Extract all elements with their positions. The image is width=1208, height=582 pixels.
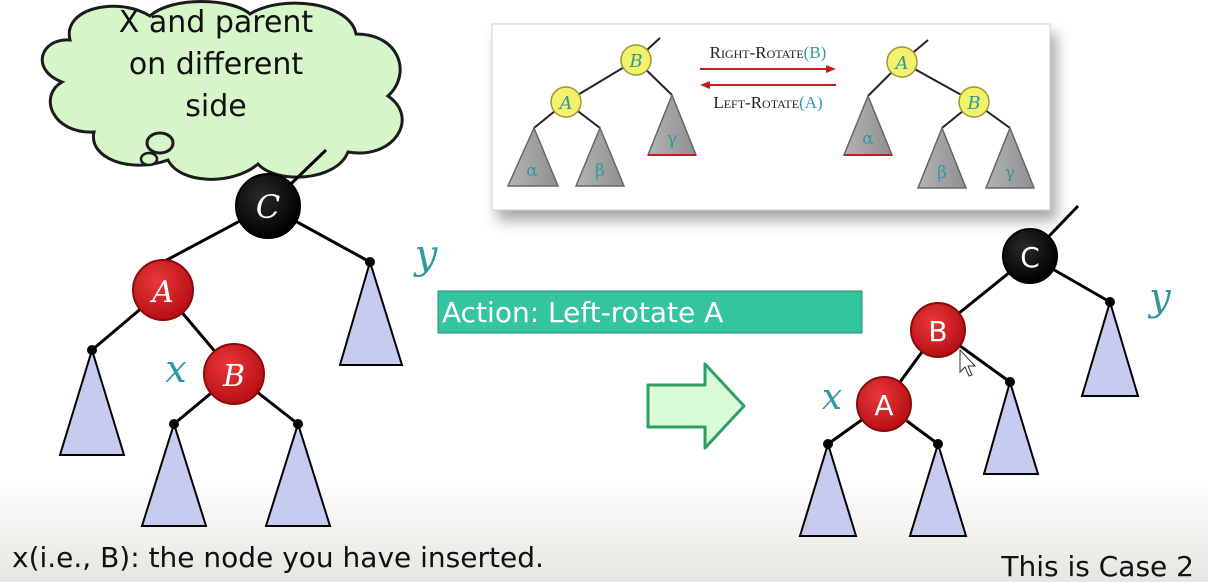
right-node-b-label: B	[928, 315, 947, 348]
left-rotate-label: Left-Rotate(A)	[713, 93, 822, 112]
inset-node-b-right-label: B	[966, 93, 980, 114]
left-node-a-label: A	[149, 275, 174, 310]
inset-alpha-label-right: α	[862, 129, 874, 149]
inset-node-b-left-label: B	[628, 51, 642, 72]
inset-beta-label-left: β	[595, 161, 605, 181]
inset-gamma-label-right: γ	[1005, 163, 1015, 183]
left-subtree-a-left	[58, 346, 126, 456]
right-node-c-label: C	[1020, 241, 1040, 274]
right-node-a-label: A	[874, 389, 893, 422]
right-rotate-label: Right-Rotate(B)	[710, 43, 827, 62]
cloud-line-2: on different	[129, 47, 304, 82]
bottom-right-caption: This is Case 2	[1000, 550, 1194, 582]
left-node-c-label: C	[256, 188, 280, 226]
thought-cloud: X and parent on different side	[40, 0, 404, 181]
left-subtree-b-right	[264, 420, 332, 527]
left-subtree-b-left	[140, 420, 208, 527]
right-subtree-a-left	[798, 440, 858, 537]
right-subtree-a-right	[908, 440, 968, 537]
rotation-inset: α β γ B A Right-Rotate(B) Left-Rotate(A)	[491, 23, 1051, 211]
inset-node-a-right-label: A	[894, 53, 909, 74]
bottom-left-caption: x(i.e., B): the node you have inserted.	[12, 541, 544, 574]
left-tree: C A B x y	[58, 148, 439, 527]
left-subtree-y	[338, 258, 404, 366]
left-x-label: x	[165, 347, 186, 391]
action-banner: Action: Left-rotate A	[437, 290, 863, 334]
cloud-line-1: X and parent	[119, 5, 314, 40]
right-subtree-y	[1080, 298, 1140, 397]
diagram-canvas: X and parent on different side α β γ B A	[12, 0, 1194, 582]
right-y-label: y	[1147, 275, 1171, 319]
cloud-line-3: side	[185, 89, 246, 124]
left-node-b-label: B	[222, 359, 245, 394]
action-label: Action: Left-rotate A	[442, 296, 723, 329]
right-subtree-b-right	[982, 378, 1040, 475]
left-y-label: y	[413, 232, 439, 278]
inset-beta-label-right: β	[937, 163, 947, 183]
inset-gamma-label-left: γ	[667, 129, 677, 149]
inset-node-a-left-label: A	[558, 93, 573, 114]
inset-alpha-label-left: α	[526, 161, 538, 181]
right-tree: C B A x y	[798, 204, 1171, 537]
right-x-label: x	[822, 377, 842, 418]
transform-arrow-icon	[646, 362, 746, 450]
